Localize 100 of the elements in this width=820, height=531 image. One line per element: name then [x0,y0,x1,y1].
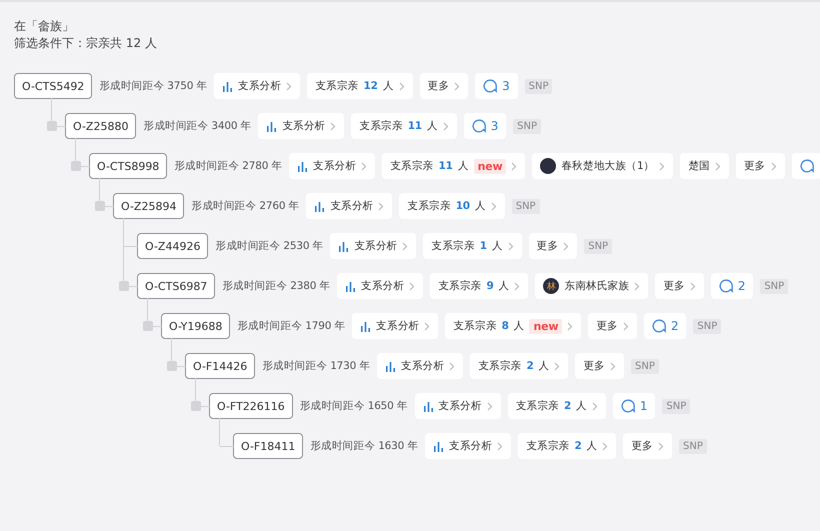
relatives-button[interactable]: 支系宗亲 1 人 [423,233,522,259]
more-button[interactable]: 更多 [575,353,624,379]
comments-button[interactable] [792,153,820,179]
relatives-button[interactable]: 支系宗亲 11 人 [351,113,457,139]
chevron-icon [634,282,640,290]
speech-bubble-icon [472,119,486,133]
snp-tag: SNP [584,238,612,254]
haplogroup-node[interactable]: O-Z25880 [65,113,136,139]
haplogroup-node[interactable]: O-CTS6987 [137,273,216,299]
chevron-icon [658,442,664,450]
more-button[interactable]: 更多 [528,233,578,259]
haplogroup-node[interactable]: O-CTS8998 [89,153,168,179]
bar-chart-icon [433,440,444,452]
summary-text: 筛选条件下：宗亲共 12 人 [14,35,158,52]
chevron-icon [567,322,574,330]
haplogroup-node[interactable]: O-F14426 [185,353,256,379]
age-text: 形成时间距今 1730 年 [262,359,370,373]
collapse-toggle[interactable] [71,161,81,171]
age-text: 形成时间距今 2530 年 [215,239,324,253]
haplogroup-node[interactable]: O-Y19688 [161,313,230,339]
avatar-icon [540,158,556,174]
chevron-icon [442,122,449,130]
relatives-button[interactable]: 支系宗亲 11 人 new [382,153,526,179]
branch-analysis-button[interactable]: 支系分析 [414,393,501,419]
chevron-icon [378,202,384,210]
snp-tag: SNP [693,318,722,334]
chevron-icon [511,162,518,170]
age-text: 形成时间距今 1790 年 [237,319,346,333]
chevron-icon [514,282,520,290]
relatives-button[interactable]: 支系宗亲 10 人 [399,193,505,219]
age-text: 形成时间距今 1650 年 [300,399,408,413]
snp-tag: SNP [679,438,707,454]
branch-analysis-button[interactable]: 支系分析 [214,73,300,99]
chevron-icon [610,362,616,370]
chevron-icon [602,442,608,450]
more-button[interactable]: 更多 [588,313,637,339]
bar-chart-icon [360,320,372,332]
chevron-icon [554,362,560,370]
speech-bubble-icon [718,279,733,293]
age-text: 形成时间距今 2780 年 [174,159,282,173]
branch-analysis-button[interactable]: 支系分析 [352,313,438,339]
new-badge: new [474,158,506,174]
chevron-icon [592,402,598,410]
comments-button[interactable]: 1 [612,393,656,419]
relatives-button[interactable]: 支系宗亲 12 人 [307,73,413,99]
bar-chart-icon [266,120,278,132]
region-button[interactable]: 楚国 [680,153,729,179]
branch-analysis-button[interactable]: 支系分析 [337,273,424,299]
snp-tag: SNP [512,198,540,214]
speech-bubble-icon [620,399,635,413]
haplogroup-node[interactable]: O-CTS5492 [14,73,92,99]
clan-button[interactable]: 林 东南林氏家族 [535,273,648,299]
relatives-button[interactable]: 支系宗亲 8 人 new [445,313,582,339]
bar-chart-icon [314,200,326,212]
haplogroup-node[interactable]: O-F18411 [233,433,304,459]
bar-chart-icon [338,240,350,252]
chevron-icon [449,362,456,370]
comments-button[interactable]: 3 [475,73,518,99]
branch-analysis-button[interactable]: 支系分析 [377,353,464,379]
branch-analysis-button[interactable]: 支系分析 [258,113,344,139]
relatives-button[interactable]: 支系宗亲 9 人 [430,273,528,299]
more-button[interactable]: 更多 [655,273,704,299]
branch-analysis-button[interactable]: 支系分析 [306,193,392,219]
chevron-icon [659,162,666,170]
snp-tag: SNP [513,118,542,134]
chevron-icon [714,162,721,170]
branch-analysis-button[interactable]: 支系分析 [289,153,376,179]
more-button[interactable]: 更多 [736,153,785,179]
comments-button[interactable]: 2 [644,313,686,339]
chevron-icon [402,242,408,250]
collapse-toggle[interactable] [143,321,153,331]
collapse-toggle[interactable] [191,401,201,411]
chevron-icon [497,442,504,450]
relatives-button[interactable]: 支系宗亲 2 人 [518,433,616,459]
bar-chart-icon [422,400,434,412]
collapse-toggle[interactable] [167,361,177,371]
branch-analysis-button[interactable]: 支系分析 [425,433,512,459]
comments-button[interactable]: 2 [710,273,754,299]
age-text: 形成时间距今 1630 年 [310,439,418,453]
more-button[interactable]: 更多 [623,433,672,459]
chevron-icon [424,322,430,330]
speech-bubble-icon [483,79,498,93]
clan-button[interactable]: 春秋楚地大族（1） [532,153,674,179]
relatives-button[interactable]: 支系宗亲 2 人 [470,353,568,379]
collapse-toggle[interactable] [95,201,105,211]
comments-button[interactable]: 3 [464,113,506,139]
branch-analysis-button[interactable]: 支系分析 [330,233,416,259]
collapse-toggle[interactable] [47,121,57,131]
bar-chart-icon [297,160,308,172]
snp-tag: SNP [760,278,788,294]
relatives-button[interactable]: 支系宗亲 2 人 [508,393,606,419]
haplogroup-node[interactable]: O-Z44926 [137,233,208,259]
more-button[interactable]: 更多 [420,73,468,99]
haplogroup-node[interactable]: O-Z25894 [113,193,184,219]
haplogroup-node[interactable]: O-FT226116 [209,393,293,419]
summary-text: 在「畲族」 [14,18,75,35]
chevron-icon [490,202,497,210]
speech-bubble-icon [800,159,814,173]
chevron-icon [622,322,629,330]
collapse-toggle[interactable] [119,281,129,291]
